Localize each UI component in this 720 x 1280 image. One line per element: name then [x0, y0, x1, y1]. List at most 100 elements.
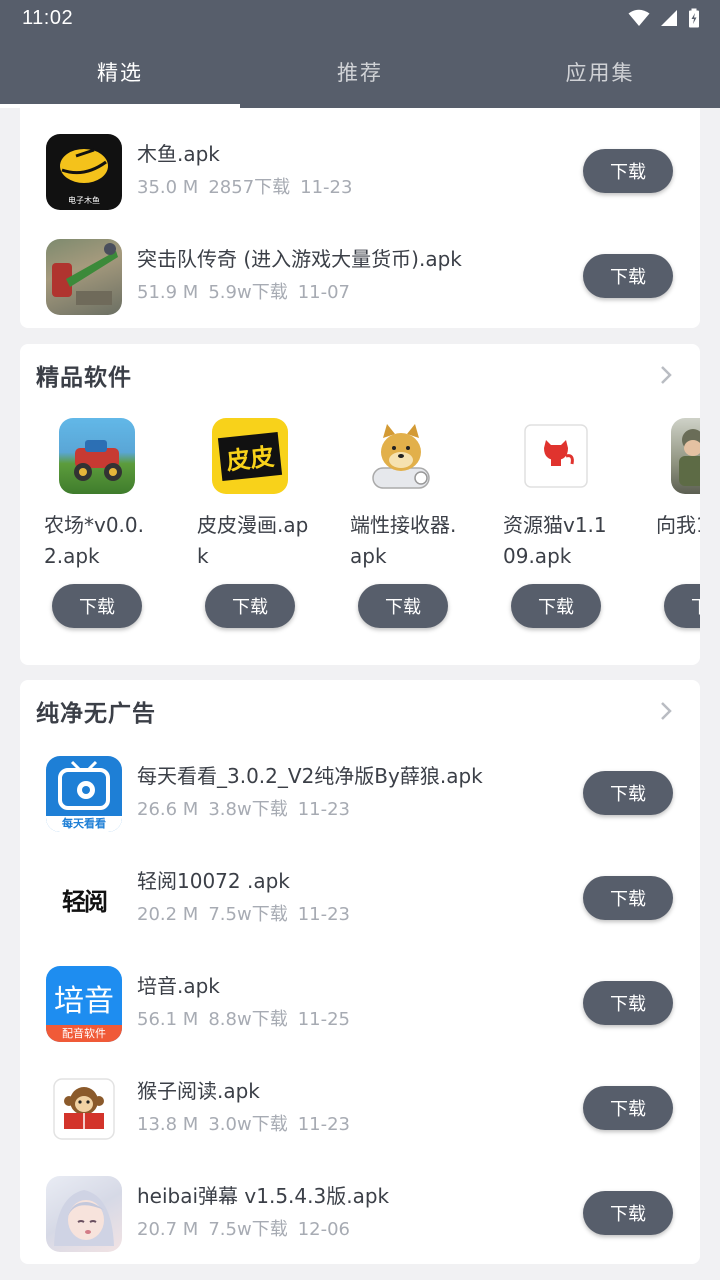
app-size: 56.1 M	[137, 1009, 199, 1030]
app-name: 轻阅10072 .apk	[137, 869, 290, 893]
tab-selected[interactable]: 精选	[0, 36, 240, 108]
tv-app-icon: 每天看看	[46, 756, 122, 832]
download-button[interactable]: 下载	[52, 584, 142, 628]
app-date: 11-23	[300, 177, 353, 198]
app-meta: 20.7 M 7.5w下载 12-06	[137, 1215, 360, 1241]
featured-item-name: 端性接收器.apk	[350, 513, 457, 568]
app-date: 11-07	[297, 282, 351, 303]
featured-section: 精品软件 农场*v0.0.2.apk 下载 皮皮 皮皮漫画.apk 下载 端性接…	[20, 344, 700, 665]
app-downloads: 3.8w下载	[208, 799, 288, 820]
wifi-icon	[628, 9, 650, 26]
list-item[interactable]: heibai弹幕 v1.5.4.3版.apk 20.7 M 7.5w下载 12-06…	[20, 1161, 700, 1264]
featured-item[interactable]: 资源猫v1.109.apk 下载	[495, 418, 648, 638]
list-item[interactable]: 突击队传奇 (进入游戏大量货币).apk 51.9 M 5.9w下载 11-07 下…	[20, 224, 700, 328]
app-size: 13.8 M	[137, 1114, 199, 1135]
section-title: 纯净无广告	[36, 701, 156, 727]
app-size: 51.9 M	[137, 282, 199, 303]
app-header: 11:02 精选 推荐 应用集	[0, 0, 720, 108]
app-meta: 56.1 M 8.8w下载 11-25	[137, 1005, 360, 1031]
status-icons	[628, 8, 700, 28]
list-item[interactable]: 培音 配音软件 培音.apk 56.1 M 8.8w下载 11-25 下载	[20, 951, 700, 1056]
tv-icon-caption: 每天看看	[46, 816, 122, 832]
download-button[interactable]: 下载	[583, 1191, 673, 1235]
featured-item[interactable]: 皮皮 皮皮漫画.apk 下载	[189, 418, 342, 638]
app-name: heibai弹幕 v1.5.4.3版.apk	[137, 1184, 390, 1208]
app-size: 20.2 M	[137, 904, 199, 925]
app-date: 11-23	[297, 799, 351, 820]
list-item[interactable]: 每天看看 每天看看_3.0.2_V2纯净版By薛狼.apk 26.6 M 3.8w…	[20, 741, 700, 846]
featured-item-name: 资源猫v1.109.apk	[503, 513, 607, 568]
download-button[interactable]: 下载	[358, 584, 448, 628]
status-time: 11:02	[22, 6, 74, 29]
peiyin-icon-label: 培音	[54, 984, 114, 1019]
resource-cat-icon	[518, 418, 594, 494]
app-downloads: 3.0w下载	[208, 1114, 288, 1135]
anime-girl-icon	[46, 1176, 122, 1252]
app-meta: 20.2 M 7.5w下载 11-23	[137, 900, 360, 926]
signal-icon	[661, 10, 677, 26]
peiyin-icon-caption: 配音软件	[46, 1025, 122, 1042]
download-button[interactable]: 下载	[583, 149, 673, 193]
farm-game-icon	[59, 418, 135, 494]
app-size: 20.7 M	[137, 1219, 199, 1240]
app-name: 每天看看_3.0.2_V2纯净版By薛狼.apk	[137, 764, 483, 788]
app-date: 11-25	[297, 1009, 351, 1030]
app-size: 26.6 M	[137, 799, 199, 820]
featured-item-name: 向我1.0.a	[656, 513, 700, 537]
monkey-reading-icon	[46, 1071, 122, 1147]
commando-game-icon	[46, 239, 122, 315]
app-meta: 51.9 M 5.9w下载 11-07	[137, 278, 360, 304]
app-name: 猴子阅读.apk	[137, 1079, 260, 1103]
featured-item-name: 农场*v0.0.2.apk	[44, 513, 144, 568]
chevron-right-icon[interactable]	[658, 364, 674, 386]
app-downloads: 8.8w下载	[208, 1009, 288, 1030]
app-name: 培音.apk	[137, 974, 220, 998]
featured-item-name: 皮皮漫画.apk	[197, 513, 309, 568]
list-item[interactable]: 猴子阅读.apk 13.8 M 3.0w下载 11-23 下载	[20, 1056, 700, 1161]
app-date: 11-23	[297, 1114, 351, 1135]
app-downloads: 7.5w下载	[208, 1219, 288, 1240]
top-app-list: 电子木鱼 木鱼.apk 35.0 M 2857下载 11-23 下载 突击队传奇 (…	[20, 108, 700, 328]
muyu-icon-caption: 电子木鱼	[68, 196, 100, 205]
app-downloads: 7.5w下载	[208, 904, 288, 925]
download-button[interactable]: 下载	[664, 584, 700, 628]
download-button[interactable]: 下载	[583, 1086, 673, 1130]
soldier-game-icon	[671, 418, 700, 494]
app-name: 木鱼.apk	[137, 142, 220, 166]
app-meta: 26.6 M 3.8w下载 11-23	[137, 795, 360, 821]
app-downloads: 2857下载	[208, 177, 291, 198]
app-meta: 35.0 M 2857下载 11-23	[137, 173, 362, 199]
tab-bar: 精选 推荐 应用集	[0, 36, 720, 108]
app-name: 突击队传奇 (进入游戏大量货币).apk	[137, 247, 462, 271]
download-button[interactable]: 下载	[583, 981, 673, 1025]
list-item[interactable]: 电子木鱼 木鱼.apk 35.0 M 2857下载 11-23 下载	[20, 119, 700, 224]
pipi-comic-icon: 皮皮	[212, 418, 288, 494]
featured-item[interactable]: 端性接收器.apk 下载	[342, 418, 495, 638]
peiyin-app-icon: 培音 配音软件	[46, 966, 122, 1042]
download-button[interactable]: 下载	[583, 876, 673, 920]
app-date: 12-06	[297, 1219, 351, 1240]
chevron-right-icon[interactable]	[658, 700, 674, 722]
battery-icon	[689, 8, 699, 28]
download-button[interactable]: 下载	[583, 254, 673, 298]
tab-recommend[interactable]: 推荐	[240, 36, 480, 108]
muyu-app-icon: 电子木鱼	[46, 134, 122, 210]
download-button[interactable]: 下载	[511, 584, 601, 628]
download-button[interactable]: 下载	[583, 771, 673, 815]
section-title: 精品软件	[36, 365, 132, 391]
app-date: 11-23	[297, 904, 351, 925]
featured-item[interactable]: 农场*v0.0.2.apk 下载	[36, 418, 189, 638]
app-meta: 13.8 M 3.0w下载 11-23	[137, 1110, 360, 1136]
qingyue-icon-label: 轻阅	[62, 886, 108, 916]
app-size: 35.0 M	[137, 177, 199, 198]
pipi-icon-label: 皮皮	[217, 431, 283, 481]
tab-app-collections[interactable]: 应用集	[480, 36, 720, 108]
list-item[interactable]: 轻阅 轻阅10072 .apk 20.2 M 7.5w下载 11-23 下载	[20, 846, 700, 951]
status-bar: 11:02	[0, 0, 720, 36]
doge-icon	[365, 418, 441, 494]
adfree-section: 纯净无广告 每天看看 每天看看_3.0.2_V2纯净版By薛狼.apk 26.6…	[20, 680, 700, 1264]
qingyue-app-icon: 轻阅	[46, 861, 122, 937]
featured-item[interactable]: 向我1.0.a 下载	[648, 418, 700, 638]
download-button[interactable]: 下载	[205, 584, 295, 628]
app-downloads: 5.9w下载	[208, 282, 288, 303]
